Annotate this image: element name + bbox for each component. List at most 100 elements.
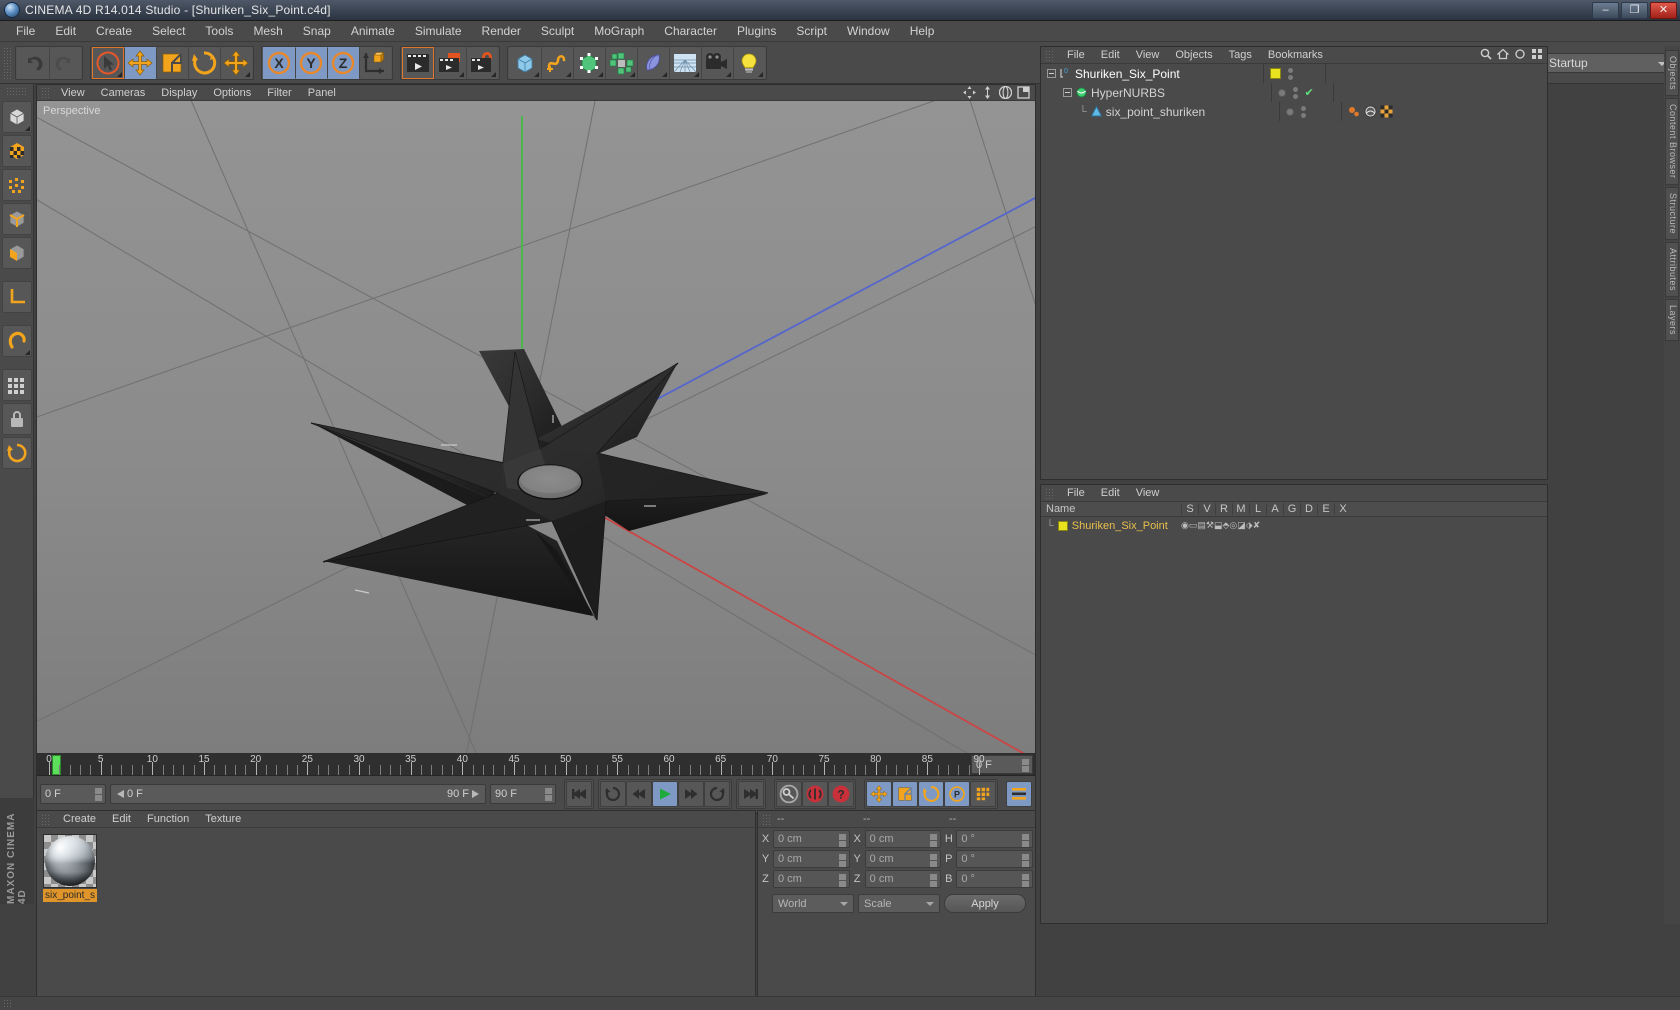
layer-menu-edit[interactable]: Edit xyxy=(1093,485,1128,502)
coord-field-rotation[interactable]: 0 ° xyxy=(956,849,1034,868)
viewport-menu-panel[interactable]: Panel xyxy=(300,85,344,101)
spinner-icon[interactable] xyxy=(1022,873,1030,887)
circle-icon[interactable] xyxy=(1514,48,1526,60)
menu-item-file[interactable]: File xyxy=(6,21,45,42)
x-axis-lock[interactable]: X xyxy=(263,46,295,79)
menu-item-animate[interactable]: Animate xyxy=(341,21,405,42)
menu-item-plugins[interactable]: Plugins xyxy=(727,21,786,42)
viewport-3d-canvas[interactable]: Perspective xyxy=(37,101,1035,753)
tool-expand-corner[interactable] xyxy=(566,71,571,77)
object-menu-view[interactable]: View xyxy=(1128,47,1168,64)
go-to-end-button[interactable] xyxy=(738,781,764,807)
live-selection-tool[interactable] xyxy=(92,46,124,79)
z-axis-lock[interactable]: Z xyxy=(327,46,359,79)
tool-workplane-rotate[interactable] xyxy=(1,437,32,469)
layer-row[interactable]: └ Shuriken_Six_Point ◉ ▭ ▤ ⚒ ⬓ ⬘ ◎ ◪ ⬗ ✘ xyxy=(1041,517,1547,534)
object-row[interactable]: └ six_point_shuriken xyxy=(1041,102,1547,121)
add-deformer-button[interactable] xyxy=(637,46,669,79)
universal-tool[interactable] xyxy=(220,46,252,79)
layer-manager-grip[interactable] xyxy=(1045,487,1054,499)
coord-field-position[interactable]: 0 cm xyxy=(773,849,850,868)
dolly-icon[interactable] xyxy=(981,86,994,99)
minimize-button[interactable]: – xyxy=(1592,1,1619,19)
coord-field-size[interactable]: 0 cm xyxy=(864,849,942,868)
redo-button[interactable] xyxy=(49,46,81,79)
visibility-dot-small[interactable] xyxy=(1287,67,1293,73)
viewport-menu-filter[interactable]: Filter xyxy=(259,85,299,101)
layer-name-cell[interactable]: └ Shuriken_Six_Point xyxy=(1041,520,1181,532)
point-level-animation-toggle[interactable] xyxy=(970,781,996,807)
add-light-button[interactable] xyxy=(733,46,765,79)
render-settings-button[interactable] xyxy=(466,46,498,79)
tool-expand-corner[interactable] xyxy=(117,71,122,77)
layer-flag-a[interactable]: ⬘ xyxy=(1222,520,1229,531)
layer-color-swatch[interactable] xyxy=(1269,68,1281,79)
tool-axis-mode[interactable] xyxy=(1,281,32,313)
visibility-dot[interactable] xyxy=(1285,107,1294,116)
layer-menu-view[interactable]: View xyxy=(1128,485,1168,502)
object-menu-bookmarks[interactable]: Bookmarks xyxy=(1260,47,1331,64)
add-generator-button[interactable] xyxy=(573,46,605,79)
viewport-menu-options[interactable]: Options xyxy=(205,85,259,101)
play-reverse-loop-button[interactable] xyxy=(600,781,626,807)
add-camera-button[interactable] xyxy=(701,46,733,79)
material-cell[interactable]: six_point_s xyxy=(43,834,97,902)
object-menu-objects[interactable]: Objects xyxy=(1167,47,1220,64)
object-row[interactable]: 0 Shuriken_Six_Point xyxy=(1041,64,1547,83)
spinner-icon[interactable] xyxy=(1022,759,1029,772)
menu-item-snap[interactable]: Snap xyxy=(293,21,341,42)
object-row[interactable]: HyperNURBS ✔ xyxy=(1041,83,1547,102)
close-button[interactable]: ✕ xyxy=(1650,1,1677,19)
undo-button[interactable] xyxy=(17,46,49,79)
coord-field-position[interactable]: 0 cm xyxy=(773,829,850,848)
coordinate-system-select[interactable]: World xyxy=(772,894,854,913)
menu-item-tools[interactable]: Tools xyxy=(195,21,243,42)
autokeying-button[interactable] xyxy=(802,781,828,807)
tool-edge-mode[interactable] xyxy=(1,203,32,235)
loop-button[interactable] xyxy=(704,781,730,807)
add-cube-button[interactable] xyxy=(509,46,541,79)
tool-expand-corner[interactable] xyxy=(694,71,699,77)
layer-flag-s[interactable]: ◉ xyxy=(1181,520,1189,531)
menu-item-mograph[interactable]: MoGraph xyxy=(584,21,654,42)
grid-icon[interactable] xyxy=(1531,48,1543,60)
dock-tab-content-browser[interactable]: Content Browser xyxy=(1665,98,1679,185)
layer-flag-l[interactable]: ⬓ xyxy=(1214,520,1223,531)
add-array-button[interactable] xyxy=(605,46,637,79)
go-to-start-button[interactable] xyxy=(566,781,592,807)
spinner-icon[interactable] xyxy=(930,873,938,887)
tool-texture-mode[interactable] xyxy=(1,135,32,167)
object-menu-edit[interactable]: Edit xyxy=(1093,47,1128,64)
timeline-range-scrubber[interactable]: 0 F 90 F xyxy=(110,784,486,804)
material-menu-function[interactable]: Function xyxy=(139,811,197,828)
phong-tag-icon[interactable] xyxy=(1348,105,1361,118)
apply-button[interactable]: Apply xyxy=(944,894,1026,913)
timeline-end-field[interactable]: 90 F xyxy=(490,784,556,804)
pan-icon[interactable] xyxy=(963,86,976,99)
object-menu-file[interactable]: File xyxy=(1059,47,1093,64)
spinner-icon[interactable] xyxy=(838,873,846,887)
material-manager-grip[interactable] xyxy=(41,813,50,825)
toolbar-grip[interactable] xyxy=(3,46,12,79)
tool-expand-corner[interactable] xyxy=(598,71,603,77)
spinner-icon[interactable] xyxy=(95,788,102,801)
object-tree[interactable]: 0 Shuriken_Six_Point HyperNURBS ✔ └ six_point… xyxy=(1041,64,1547,121)
layer-flag-m[interactable]: ⚒ xyxy=(1206,520,1214,531)
menu-item-simulate[interactable]: Simulate xyxy=(405,21,472,42)
step-forward-button[interactable] xyxy=(678,781,704,807)
tool-expand-corner[interactable] xyxy=(24,350,30,355)
visibility-dot-small[interactable] xyxy=(1300,105,1306,111)
expander-toggle[interactable] xyxy=(1047,69,1056,78)
home-icon[interactable] xyxy=(1497,48,1509,60)
object-tag-area[interactable] xyxy=(1332,83,1548,102)
dock-tab-attributes[interactable]: Attributes xyxy=(1665,241,1679,297)
visibility-dot-small[interactable] xyxy=(1300,112,1306,118)
coord-field-size[interactable]: 0 cm xyxy=(864,869,942,888)
tool-expand-corner[interactable] xyxy=(630,71,635,77)
layer-flag-r[interactable]: ▤ xyxy=(1197,520,1206,531)
coordinate-manager-grip[interactable] xyxy=(762,813,771,825)
coord-field-size[interactable]: 0 cm xyxy=(864,829,942,848)
coordinate-mode-select[interactable]: Scale xyxy=(858,894,940,913)
tool-model-mode[interactable] xyxy=(1,101,32,133)
menu-item-mesh[interactable]: Mesh xyxy=(243,21,292,42)
